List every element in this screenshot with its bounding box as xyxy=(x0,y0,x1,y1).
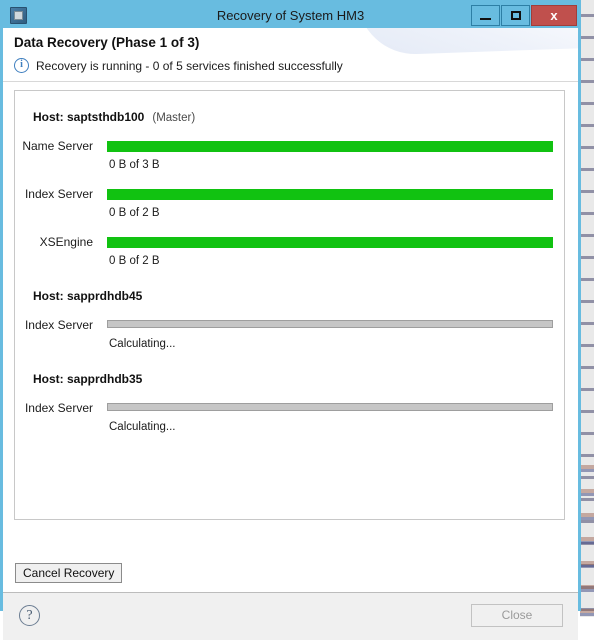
host-title: Host: sapprdhdb45 xyxy=(15,289,564,303)
service-row: Name Server xyxy=(15,138,564,154)
service-label: Index Server xyxy=(15,317,93,333)
host-name: Host: sapprdhdb45 xyxy=(33,289,142,303)
info-icon: i xyxy=(14,58,29,73)
close-button[interactable]: Close xyxy=(471,604,563,627)
background-window-strip[interactable] xyxy=(580,0,594,617)
service-label: Index Server xyxy=(15,186,93,202)
progress-bar-fill xyxy=(107,189,553,200)
service-row: Index Server xyxy=(15,400,564,416)
window-controls: x xyxy=(470,4,578,27)
progress-bar-fill xyxy=(107,403,553,411)
progress-bar-fill xyxy=(107,237,553,248)
service-row: Index Server xyxy=(15,317,564,333)
service-row: Index Server xyxy=(15,186,564,202)
host-block: Host: sapprdhdb35 Index Server Calculating… xyxy=(15,372,564,435)
host-block: Host: saptsthdb100 (Master) Name Server 0 B… xyxy=(15,110,564,269)
dialog-body: Host: saptsthdb100 (Master) Name Server 0 B… xyxy=(3,82,578,558)
service-label: Name Server xyxy=(15,138,93,154)
service-label: XSEngine xyxy=(15,234,93,250)
header-decoration xyxy=(357,28,578,56)
host-title: Host: sapprdhdb35 xyxy=(15,372,564,386)
progress-bar-fill xyxy=(107,320,553,328)
progress-bar-track xyxy=(107,189,553,200)
cancel-recovery-button[interactable]: Cancel Recovery xyxy=(15,563,122,583)
progress-bar-fill xyxy=(107,141,553,152)
minimize-button[interactable] xyxy=(471,5,500,26)
close-icon: x xyxy=(550,9,557,22)
page-title: Data Recovery (Phase 1 of 3) xyxy=(14,35,199,50)
help-icon[interactable]: ? xyxy=(19,605,40,626)
dialog-header: Data Recovery (Phase 1 of 3) i Recovery … xyxy=(3,28,578,82)
progress-bar-track xyxy=(107,403,553,411)
host-name: Host: sapprdhdb35 xyxy=(33,372,142,386)
action-bar: Cancel Recovery xyxy=(3,558,578,592)
recovery-dialog-window: Recovery of System HM3 x Data Recovery (… xyxy=(0,0,581,611)
progress-bar-track xyxy=(107,141,553,152)
minimize-icon xyxy=(480,18,491,20)
host-block: Host: sapprdhdb45 Index Server Calculating… xyxy=(15,289,564,352)
host-role: (Master) xyxy=(152,112,195,124)
host-title: Host: saptsthdb100 (Master) xyxy=(15,110,564,124)
application-icon xyxy=(10,7,27,24)
service-detail: 0 B of 2 B xyxy=(15,253,564,269)
service-detail: 0 B of 3 B xyxy=(15,157,564,173)
progress-bar-track xyxy=(107,237,553,248)
progress-bar-track xyxy=(107,320,553,328)
recovery-progress-panel: Host: saptsthdb100 (Master) Name Server 0 B… xyxy=(14,90,565,520)
service-row: XSEngine xyxy=(15,234,564,250)
maximize-button[interactable] xyxy=(501,5,530,26)
maximize-icon xyxy=(511,11,521,20)
service-detail: Calculating... xyxy=(15,419,564,435)
close-window-button[interactable]: x xyxy=(531,5,577,26)
dialog-footer: ? Close xyxy=(3,592,578,640)
desktop-background: Recovery of System HM3 x Data Recovery (… xyxy=(0,0,594,617)
status-message-row: i Recovery is running - 0 of 5 services … xyxy=(14,58,343,73)
host-name: Host: saptsthdb100 xyxy=(33,110,144,124)
service-detail: Calculating... xyxy=(15,336,564,352)
host-list: Host: saptsthdb100 (Master) Name Server 0 B… xyxy=(15,110,564,435)
status-text: Recovery is running - 0 of 5 services fi… xyxy=(36,59,343,73)
service-label: Index Server xyxy=(15,400,93,416)
service-detail: 0 B of 2 B xyxy=(15,205,564,221)
title-bar[interactable]: Recovery of System HM3 x xyxy=(3,3,578,28)
background-window-rows-lower xyxy=(580,457,594,617)
